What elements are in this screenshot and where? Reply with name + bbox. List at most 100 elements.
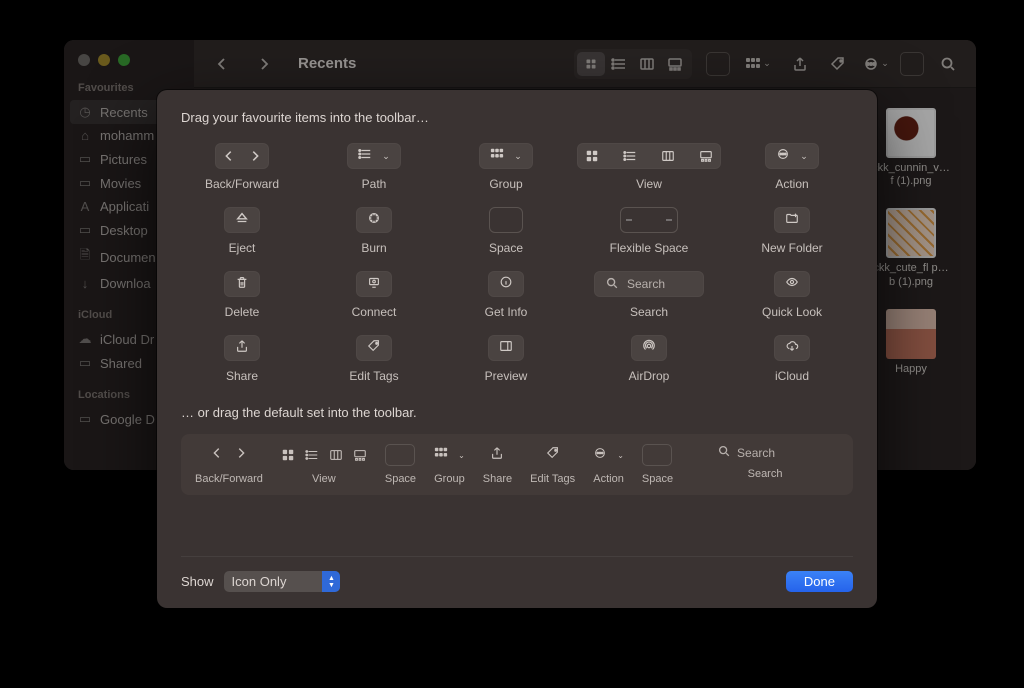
- palette-item-airdrop[interactable]: AirDrop: [577, 335, 721, 383]
- default-label: Action: [593, 473, 624, 485]
- trash-icon: [235, 275, 249, 294]
- list-view-button[interactable]: [605, 52, 633, 76]
- palette-label: Search: [630, 305, 668, 319]
- palette- edit-tags[interactable]: Edit Tags: [313, 335, 435, 383]
- palette-item-flexible-space[interactable]: Flexible Space: [577, 207, 721, 255]
- show-mode-select[interactable]: Icon Only ▲▼: [224, 571, 341, 592]
- palette-item-space[interactable]: Space: [445, 207, 567, 255]
- finder-toolbar: Recents ⌄ ⌄: [194, 40, 976, 88]
- sidebar-right-icon: [499, 339, 513, 358]
- palette-item-connect[interactable]: Connect: [313, 271, 435, 319]
- palette-label: View: [636, 177, 662, 191]
- file-name: ckk_cute_fl p…b (1).png: [871, 262, 951, 288]
- palette-item-get-info[interactable]: Get Info: [445, 271, 567, 319]
- search-button[interactable]: [934, 52, 962, 76]
- palette-label: Back/Forward: [205, 177, 279, 191]
- file-item[interactable]: ckk_cunnin_v…f (1).png: [866, 108, 956, 188]
- select-stepper-icon: ▲▼: [322, 571, 340, 592]
- show-label: Show: [181, 574, 214, 589]
- palette-item-new-folder[interactable]: New Folder: [731, 207, 853, 255]
- palette-item-delete[interactable]: Delete: [181, 271, 303, 319]
- instruction-top: Drag your favourite items into the toolb…: [181, 110, 853, 125]
- share-icon: [490, 446, 504, 465]
- palette-item-preview[interactable]: Preview: [445, 335, 567, 383]
- palette-item-group[interactable]: ⌄ Group: [445, 143, 567, 191]
- cloud-download-icon: [785, 339, 799, 358]
- palette-label: Get Info: [485, 305, 528, 319]
- default-label: Group: [434, 473, 465, 485]
- palette-label: Edit Tags: [349, 369, 398, 383]
- list-view-icon: [305, 448, 319, 462]
- chevron-left-icon: [210, 446, 224, 465]
- zoom-window-button[interactable]: [118, 54, 130, 66]
- applications-icon: A: [78, 199, 92, 214]
- file-name: Happy: [895, 363, 927, 376]
- palette-item-view[interactable]: View: [577, 143, 721, 191]
- forward-button[interactable]: [250, 52, 278, 76]
- desktop-icon: ▭: [78, 222, 92, 238]
- default-label: Edit Tags: [530, 473, 575, 485]
- palette-item-back-forward[interactable]: Back/Forward: [181, 143, 303, 191]
- search-icon: [717, 444, 731, 461]
- palette-label: Group: [489, 177, 522, 191]
- file-thumbnail: [886, 309, 936, 359]
- palette-label: Space: [489, 241, 523, 255]
- share-button[interactable]: [786, 52, 814, 76]
- palette-item-action[interactable]: ⌄ Action: [731, 143, 853, 191]
- palette-item-share[interactable]: Share: [181, 335, 303, 383]
- minimize-window-button[interactable]: [98, 54, 110, 66]
- airdrop-icon: [642, 339, 656, 358]
- icon-view-icon: [578, 149, 606, 163]
- palette-label: Flexible Space: [610, 241, 689, 255]
- action-button[interactable]: ⌄: [862, 52, 890, 76]
- palette-label: iCloud: [775, 369, 809, 383]
- toolbar-space-2: [900, 52, 924, 76]
- default-item-space: Space: [385, 444, 416, 485]
- sidebar-item-label: Desktop: [100, 223, 148, 238]
- list-view-icon: [616, 149, 644, 163]
- tag-icon: [546, 446, 560, 465]
- ellipsis-circle-icon: [776, 147, 790, 166]
- ellipsis-circle-icon: [593, 446, 607, 465]
- gallery-view-icon: [353, 448, 367, 462]
- palette-item-eject[interactable]: Eject: [181, 207, 303, 255]
- space-icon: [385, 444, 415, 466]
- palette-item-quick-look[interactable]: Quick Look: [731, 271, 853, 319]
- chevron-down-icon: ⌄: [800, 151, 808, 162]
- tags-button[interactable]: [824, 52, 852, 76]
- palette-item-icloud[interactable]: iCloud: [731, 335, 853, 383]
- palette-label: New Folder: [761, 241, 822, 255]
- back-button[interactable]: [208, 52, 236, 76]
- file-item[interactable]: Happy: [866, 309, 956, 376]
- palette-item-path[interactable]: ⌄ Path: [313, 143, 435, 191]
- shared-folder-icon: ▭: [78, 355, 92, 371]
- tag-icon: [367, 339, 381, 358]
- default-label: Share: [483, 473, 512, 485]
- window-traffic-lights[interactable]: [64, 50, 194, 80]
- movies-icon: ▭: [78, 175, 92, 191]
- group-button[interactable]: ⌄: [744, 52, 772, 76]
- close-window-button[interactable]: [78, 54, 90, 66]
- sidebar-item-label: Downloa: [100, 276, 151, 291]
- palette-item-search[interactable]: Search Search: [577, 271, 721, 319]
- done-button[interactable]: Done: [786, 571, 853, 592]
- disk-icon: ▭: [78, 411, 92, 427]
- default-item-search: Search Search: [691, 444, 839, 480]
- window-title: Recents: [298, 55, 356, 72]
- column-view-button[interactable]: [633, 52, 661, 76]
- view-switcher[interactable]: [574, 49, 692, 79]
- gallery-view-button[interactable]: [661, 52, 689, 76]
- sidebar-item-label: Applicati: [100, 199, 149, 214]
- palette-label: Quick Look: [762, 305, 822, 319]
- default-label: Space: [642, 473, 673, 485]
- gallery-view-icon: [692, 149, 720, 163]
- file-item[interactable]: ckk_cute_fl p…b (1).png: [866, 208, 956, 288]
- eye-icon: [785, 275, 799, 294]
- default-toolbar-set[interactable]: Back/Forward View Space ⌄ Group Share Ed…: [181, 434, 853, 495]
- column-view-icon: [654, 149, 682, 163]
- icon-view-button[interactable]: [577, 52, 605, 76]
- eject-icon: [235, 211, 249, 230]
- palette-label: Path: [362, 177, 387, 191]
- palette-label: Burn: [361, 241, 386, 255]
- palette-item-burn[interactable]: Burn: [313, 207, 435, 255]
